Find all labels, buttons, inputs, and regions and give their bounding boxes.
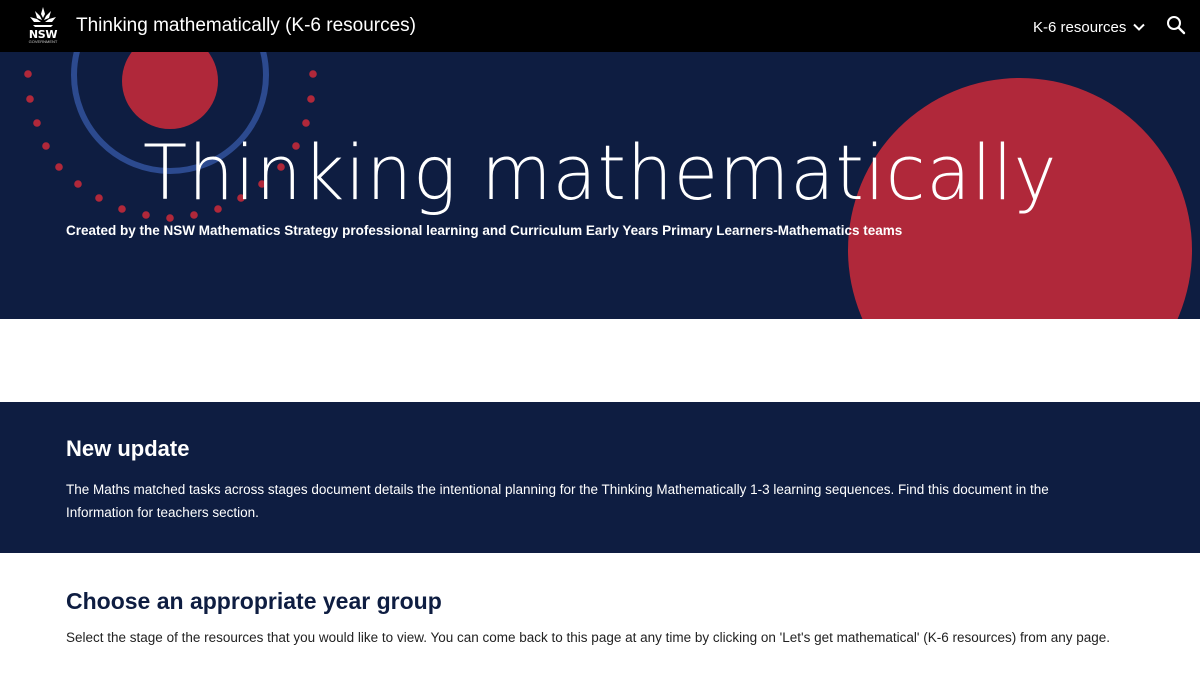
dropdown-label: K-6 resources xyxy=(1033,18,1127,36)
red-circle-small xyxy=(122,52,218,129)
choose-year-group-body: Select the stage of the resources that y… xyxy=(66,630,1111,645)
site-title-link[interactable]: Thinking mathematically (K-6 resources) xyxy=(76,13,416,39)
update-body: The Maths matched tasks across stages do… xyxy=(66,482,1049,520)
search-button[interactable] xyxy=(1164,14,1188,38)
new-update-section: New update The Maths matched tasks acros… xyxy=(0,402,1200,553)
search-icon xyxy=(1167,16,1186,35)
logo-subtext: GOVERNMENT xyxy=(28,39,58,44)
hero-banner: Thinking mathematically Created by the N… xyxy=(0,52,1200,319)
hero-title: Thinking mathematically xyxy=(0,128,1200,218)
hero-subtitle: Created by the NSW Mathematics Strategy … xyxy=(66,223,903,238)
choose-year-group-heading: Choose an appropriate year group xyxy=(66,588,442,614)
waratah-icon xyxy=(30,7,56,27)
update-heading: New update xyxy=(66,436,190,461)
hero-title-text: Thinking mathematically xyxy=(142,128,1058,217)
k6-resources-dropdown[interactable]: K-6 resources xyxy=(1033,15,1146,39)
chevron-down-icon xyxy=(1133,23,1146,31)
top-navigation-bar: NSW GOVERNMENT Thinking mathematically (… xyxy=(0,0,1200,52)
nsw-government-logo[interactable]: NSW GOVERNMENT xyxy=(24,6,62,48)
